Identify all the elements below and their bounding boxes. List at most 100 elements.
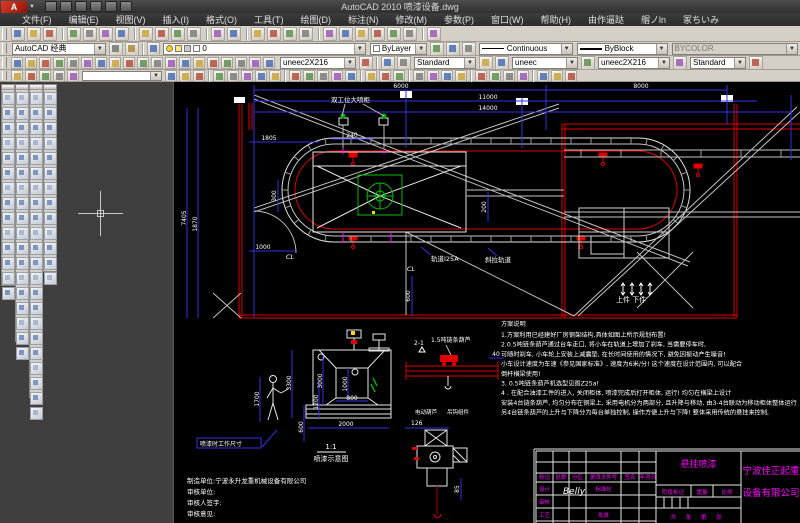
modeling-tool-icon[interactable]	[2, 122, 15, 135]
trim-icon[interactable]	[427, 70, 439, 82]
3d-navigation-tool-icon[interactable]	[30, 242, 43, 255]
help-icon[interactable]	[427, 27, 441, 41]
extend-icon[interactable]	[441, 70, 453, 82]
quick-field-combo[interactable]: ▼	[82, 71, 162, 81]
color-combo[interactable]: ByLayer ▼	[370, 43, 427, 55]
center-mark-icon[interactable]	[207, 57, 219, 69]
visual-styles-tool-icon[interactable]	[44, 137, 57, 150]
toolbar-grip[interactable]	[2, 57, 7, 67]
arc-length-icon[interactable]	[39, 57, 51, 69]
solid-editing-tool-icon[interactable]	[16, 227, 29, 240]
chevron-down-icon[interactable]: ▼	[658, 58, 669, 68]
3d-navigation-tool-icon[interactable]	[30, 332, 43, 345]
xref-icon[interactable]	[241, 70, 253, 82]
new-icon[interactable]	[45, 1, 57, 12]
lock-icon[interactable]	[184, 45, 191, 52]
solid-editing-tool-icon[interactable]	[16, 167, 29, 180]
toolbar-grip[interactable]	[2, 71, 7, 80]
workspace-save-icon[interactable]	[125, 42, 139, 56]
toolbar-grip[interactable]	[2, 28, 7, 40]
lineweight-combo[interactable]: ByBlock ▼	[577, 43, 668, 55]
visual-styles-tool-icon[interactable]	[44, 152, 57, 165]
mleader-style-icon[interactable]	[673, 56, 687, 70]
explode-icon[interactable]	[503, 70, 515, 82]
export-dwf-icon[interactable]	[115, 27, 129, 41]
redo-icon[interactable]	[227, 27, 241, 41]
undo-icon[interactable]	[211, 27, 225, 41]
dimstyle-combo[interactable]: uneec2X216 ▼	[280, 57, 356, 69]
modeling-tool-icon[interactable]	[2, 197, 15, 210]
chevron-down-icon[interactable]: ▼	[354, 44, 365, 54]
solid-editing-tool-icon[interactable]	[16, 137, 29, 150]
markup-icon[interactable]	[387, 27, 401, 41]
erase-icon[interactable]	[289, 70, 301, 82]
hatch-edit-icon[interactable]	[255, 70, 267, 82]
menu-item[interactable]: 修改(M)	[396, 13, 428, 26]
text-style-icon[interactable]	[495, 56, 509, 70]
menu-item[interactable]: 工具(T)	[254, 13, 284, 26]
stretch-icon[interactable]	[413, 70, 425, 82]
3d-navigation-tool-icon[interactable]	[30, 272, 43, 285]
modeling-tool-icon[interactable]	[2, 227, 15, 240]
array-icon[interactable]	[345, 70, 357, 82]
plot-icon[interactable]	[120, 1, 132, 12]
mleader-manager-icon[interactable]	[749, 56, 763, 70]
3d-navigation-tool-icon[interactable]	[30, 347, 43, 360]
quick-dimension-icon[interactable]	[123, 57, 135, 69]
3d-navigation-tool-icon[interactable]	[30, 407, 43, 420]
visual-styles-tool-icon[interactable]	[44, 107, 57, 120]
quickcalc-icon[interactable]	[403, 27, 417, 41]
group-icon[interactable]	[537, 70, 549, 82]
ordinate-icon[interactable]	[53, 57, 65, 69]
show-motion-icon[interactable]	[67, 70, 79, 82]
3d-navigation-tool-icon[interactable]	[30, 257, 43, 270]
chevron-down-icon[interactable]: ▼	[415, 44, 426, 54]
3d-navigation-tool-icon[interactable]	[30, 227, 43, 240]
solid-editing-tool-icon[interactable]	[16, 182, 29, 195]
inspection-icon[interactable]	[221, 57, 233, 69]
chevron-down-icon[interactable]: ▼	[561, 44, 572, 54]
visual-styles-tool-icon[interactable]	[44, 242, 57, 255]
copy-icon[interactable]	[155, 27, 169, 41]
pan-hand-icon[interactable]	[39, 70, 51, 82]
dimension-space-icon[interactable]	[165, 57, 177, 69]
3d-navigation-tool-icon[interactable]	[30, 167, 43, 180]
layer-combo[interactable]: 0 ▼	[163, 43, 366, 55]
tool-palettes-icon[interactable]	[355, 27, 369, 41]
3d-navigation-tool-icon[interactable]	[30, 362, 43, 375]
layer-previous-icon[interactable]	[446, 42, 460, 56]
rotate-icon[interactable]	[379, 70, 391, 82]
baseline-icon[interactable]	[137, 57, 149, 69]
modeling-tool-icon[interactable]	[2, 107, 15, 120]
undo-icon[interactable]	[90, 1, 102, 12]
open-icon[interactable]	[27, 27, 41, 41]
workspace-combo[interactable]: AutoCAD 经典 ▼	[12, 43, 106, 55]
modeling-tool-icon[interactable]	[2, 257, 15, 270]
drawing-canvas[interactable]: 6000 8000 11000 14000 1805 240 7405 1870…	[173, 82, 800, 523]
3d-navigation-tool-icon[interactable]	[30, 317, 43, 330]
menu-item[interactable]: 编辑(E)	[69, 13, 99, 26]
chevron-down-icon[interactable]: ▼	[734, 58, 745, 68]
jogged-icon[interactable]	[81, 57, 93, 69]
toolbar-grip[interactable]	[2, 43, 7, 53]
3d-navigation-tool-icon[interactable]	[30, 137, 43, 150]
publish-icon[interactable]	[99, 27, 113, 41]
redo-icon[interactable]	[105, 1, 117, 12]
3d-navigation-tool-icon[interactable]	[30, 392, 43, 405]
solid-editing-tool-icon[interactable]	[16, 242, 29, 255]
dimension-edit-icon[interactable]	[249, 57, 261, 69]
dimstyle-manager-icon[interactable]	[381, 56, 395, 70]
angular-icon[interactable]	[109, 57, 121, 69]
visual-styles-tool-icon[interactable]	[44, 197, 57, 210]
visual-styles-tool-icon[interactable]	[44, 257, 57, 270]
3d-navigation-tool-icon[interactable]	[30, 377, 43, 390]
workspace-settings-icon[interactable]	[109, 42, 123, 56]
visual-styles-tool-icon[interactable]	[44, 182, 57, 195]
zoom-previous-icon[interactable]	[299, 27, 313, 41]
style-combo[interactable]: Standard ▼	[414, 57, 476, 69]
menu-browser-arrow-icon[interactable]: ▼	[29, 4, 35, 10]
menu-item[interactable]: 帮助(H)	[541, 13, 572, 26]
solid-editing-tool-icon[interactable]	[16, 347, 29, 360]
modeling-tool-icon[interactable]	[2, 212, 15, 225]
jogged-linear-icon[interactable]	[235, 57, 247, 69]
